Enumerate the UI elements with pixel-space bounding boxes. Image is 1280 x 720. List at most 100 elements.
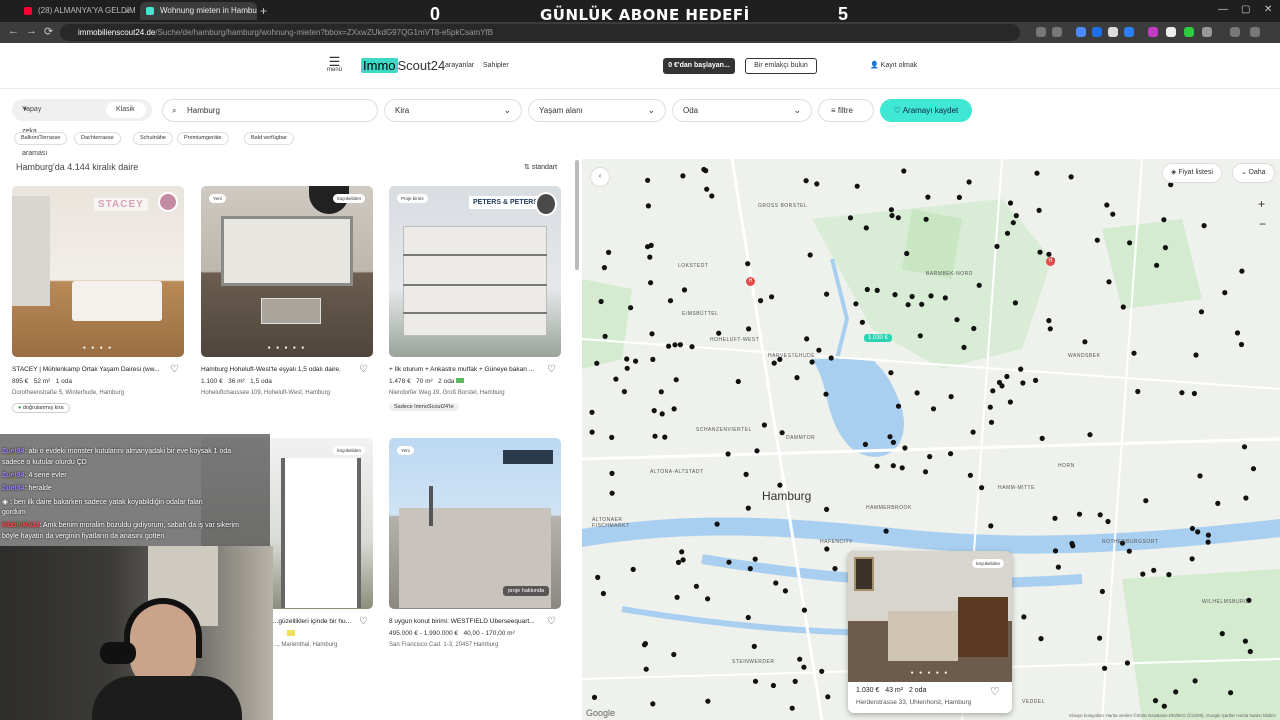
listing-pin[interactable]	[671, 651, 677, 658]
list-scrollbar[interactable]	[575, 160, 579, 270]
zoom-out-button[interactable]: −	[1259, 217, 1266, 231]
popup-photo[interactable]: küçükeliden ● ● ● ● ●	[848, 551, 1012, 682]
listing-pin[interactable]	[589, 429, 595, 435]
favorite-heart-icon[interactable]: ♡	[547, 364, 556, 375]
listing-pin[interactable]	[1055, 564, 1061, 570]
listing-photo[interactable]: STACEY ● ● ● ●	[12, 186, 184, 357]
filter-button[interactable]: ≡ filtre	[818, 99, 874, 122]
listing-pin[interactable]	[890, 439, 896, 445]
listing-pin[interactable]	[709, 193, 715, 199]
listing-pin[interactable]	[1205, 532, 1211, 538]
listing-pin[interactable]	[1179, 390, 1185, 396]
sort-button[interactable]: ⇅ standart	[524, 163, 557, 171]
listing-pin[interactable]	[927, 454, 933, 460]
listing-pin[interactable]	[824, 506, 830, 512]
listing-pin[interactable]	[874, 287, 880, 293]
listing-pin[interactable]	[902, 445, 908, 451]
listing-pin[interactable]	[1018, 366, 1024, 372]
chip-premium-appliances[interactable]: Premiumgeräte	[177, 132, 229, 145]
extension-icon[interactable]	[1148, 27, 1158, 37]
listing-pin[interactable]	[863, 225, 869, 231]
listing-pin[interactable]	[679, 549, 685, 555]
listing-pin[interactable]	[1195, 529, 1201, 535]
listing-pin[interactable]	[1039, 435, 1045, 441]
listing-pin[interactable]	[1154, 262, 1160, 268]
listing-pin[interactable]	[746, 326, 752, 332]
listing-pin[interactable]	[1102, 665, 1108, 671]
listing-pin[interactable]	[1082, 339, 1088, 345]
listing-pin[interactable]	[789, 705, 795, 711]
listing-pin[interactable]	[601, 265, 607, 271]
forward-icon[interactable]: →	[26, 25, 37, 37]
listing-pin[interactable]	[779, 430, 785, 436]
new-tab-button[interactable]: +	[260, 2, 267, 20]
listing-pin[interactable]	[1038, 636, 1044, 642]
listing-pin[interactable]	[1094, 237, 1100, 243]
favorite-heart-icon[interactable]: ♡	[359, 364, 368, 375]
listing-pin[interactable]	[862, 441, 868, 447]
translate-icon[interactable]	[1036, 27, 1046, 37]
start-from-button[interactable]: 0 €'dan başlayan...	[663, 58, 735, 74]
listing-pin[interactable]	[1193, 352, 1199, 358]
listing-pin[interactable]	[648, 280, 654, 286]
listing-pin[interactable]	[777, 482, 783, 488]
listing-pin[interactable]	[966, 179, 972, 185]
listing-pin[interactable]	[726, 559, 732, 565]
chip-balcony[interactable]: Balkon/Terrasse	[14, 132, 68, 145]
listing-pin[interactable]	[961, 344, 967, 350]
owners-link[interactable]: Sahipler	[483, 62, 509, 69]
listing-pin[interactable]	[832, 566, 838, 572]
listing-title[interactable]: ...güzellikleri içinde bir hu...	[273, 618, 353, 625]
listing-pin[interactable]	[633, 358, 639, 364]
listing-pin[interactable]	[1161, 703, 1167, 709]
listing-pin[interactable]	[752, 556, 758, 562]
listing-pin[interactable]	[892, 292, 898, 298]
listing-pin[interactable]	[680, 557, 686, 563]
listing-pin[interactable]	[914, 390, 920, 396]
bookmark-star-icon[interactable]	[1052, 27, 1062, 37]
listing-pin[interactable]	[667, 298, 674, 304]
listing-pin[interactable]	[883, 528, 889, 534]
listing-pin[interactable]	[658, 389, 664, 395]
search-mode-switch[interactable]: ✦ Yapay zeka araması Klasik	[12, 99, 152, 157]
listing-pin[interactable]	[649, 331, 655, 337]
price-pin[interactable]: 1.030 €	[864, 334, 893, 342]
listing-pin[interactable]	[970, 429, 976, 435]
listing-pin[interactable]	[823, 391, 829, 397]
listing-pin[interactable]	[1162, 245, 1168, 251]
listing-pin[interactable]	[758, 298, 764, 304]
save-search-button[interactable]: ♡ Aramayı kaydet	[880, 99, 972, 122]
listing-pin[interactable]	[956, 194, 962, 200]
puzzle-icon[interactable]	[1202, 27, 1212, 37]
living-area-dropdown[interactable]: Yaşam alanı ⌄	[528, 99, 666, 122]
listing-pin[interactable]	[747, 566, 753, 572]
listing-pin[interactable]	[705, 596, 711, 602]
listing-pin[interactable]	[1241, 444, 1248, 450]
listing-pin[interactable]	[1047, 326, 1053, 332]
listing-pin[interactable]	[899, 465, 905, 471]
classic-option[interactable]: Klasik	[106, 102, 146, 118]
listing-pin[interactable]	[917, 333, 923, 339]
listing-pin[interactable]	[888, 207, 894, 213]
listing-pin[interactable]	[591, 694, 598, 701]
listing-pin[interactable]	[693, 583, 699, 589]
listing-pin[interactable]	[895, 215, 901, 221]
listing-pin[interactable]	[645, 244, 651, 250]
rent-dropdown[interactable]: Kira ⌄	[384, 99, 522, 122]
listing-title[interactable]: + İlk oturum + Ankastre mutfak + Güneye …	[389, 366, 541, 373]
listing-pin[interactable]	[979, 485, 985, 491]
listing-pin[interactable]	[1010, 220, 1016, 226]
listing-pin[interactable]	[1104, 202, 1110, 208]
listing-pin[interactable]	[1097, 635, 1103, 641]
listing-pin[interactable]	[595, 574, 601, 580]
listing-pin[interactable]	[761, 422, 767, 428]
listing-pin[interactable]	[705, 698, 711, 704]
listing-pin[interactable]	[888, 370, 894, 376]
listing-pin[interactable]	[1013, 213, 1019, 219]
listing-pin[interactable]	[735, 378, 741, 385]
listing-pin[interactable]	[673, 377, 679, 383]
site-logo[interactable]: Immo Scout24	[361, 58, 445, 73]
favorite-heart-icon[interactable]: ♡	[990, 685, 1000, 698]
about-project-button[interactable]: proje hakkında	[503, 586, 550, 596]
listing-pin[interactable]	[659, 411, 665, 417]
